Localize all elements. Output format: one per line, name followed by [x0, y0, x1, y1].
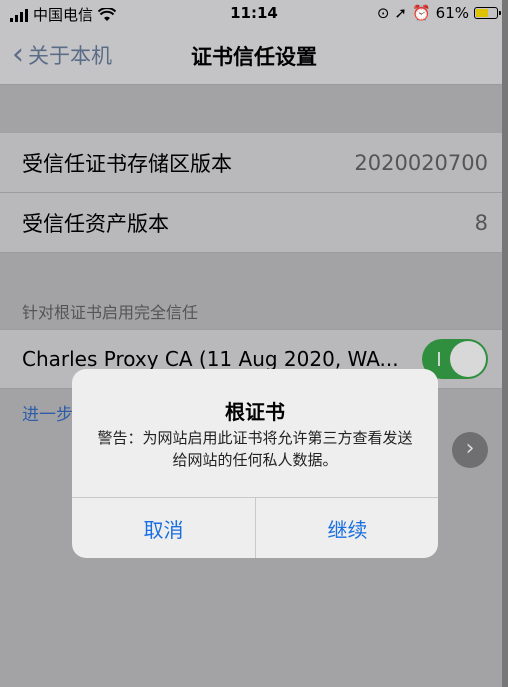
- alarm-icon: ⏰: [411, 4, 431, 22]
- row-label: 受信任证书存储区版本: [22, 151, 232, 176]
- page-title: 证书信任设置: [191, 45, 317, 69]
- continue-button[interactable]: 继续: [256, 498, 438, 558]
- row-label: 受信任资产版本: [22, 211, 169, 236]
- battery-percent: 61%: [435, 4, 469, 22]
- rotation-lock-icon: ⊙: [376, 4, 390, 22]
- cert-name: Charles Proxy CA (11 Aug 2020, WA...: [22, 347, 399, 371]
- cancel-button[interactable]: 取消: [72, 498, 255, 558]
- learn-more-link[interactable]: 进一步: [22, 400, 73, 425]
- row-value: 8: [474, 210, 488, 235]
- section-header: 针对根证书启用完全信任: [22, 303, 199, 322]
- toggle-knob: [450, 341, 486, 377]
- battery-fill: [476, 9, 488, 17]
- alert-title: 根证书: [225, 400, 285, 424]
- nav-bar: ‹ 关于本机 证书信任设置: [0, 28, 508, 85]
- status-right: ⊙ ➚ ⏰ 61%: [376, 4, 501, 22]
- list-item: 受信任证书存储区版本 2020020700: [0, 133, 508, 193]
- root-cert-alert: 根证书 警告：为网站启用此证书将允许第三方查看发送给网站的任何私人数据。 取消 …: [72, 369, 438, 558]
- status-bar: 中国电信 11:14 ⊙ ➚ ⏰ 61%: [0, 0, 508, 28]
- chevron-right-icon[interactable]: ›: [452, 432, 488, 468]
- location-icon: ➚: [394, 4, 407, 22]
- toggle-on-indicator: [438, 352, 440, 366]
- edge-divider: [502, 0, 508, 687]
- alert-message: 警告：为网站启用此证书将允许第三方查看发送给网站的任何私人数据。: [97, 429, 413, 469]
- version-list: 受信任证书存储区版本 2020020700 受信任资产版本 8: [0, 133, 508, 253]
- list-item: 受信任资产版本 8: [0, 193, 508, 253]
- battery-icon: [474, 7, 501, 19]
- row-value: 2020020700: [354, 150, 488, 175]
